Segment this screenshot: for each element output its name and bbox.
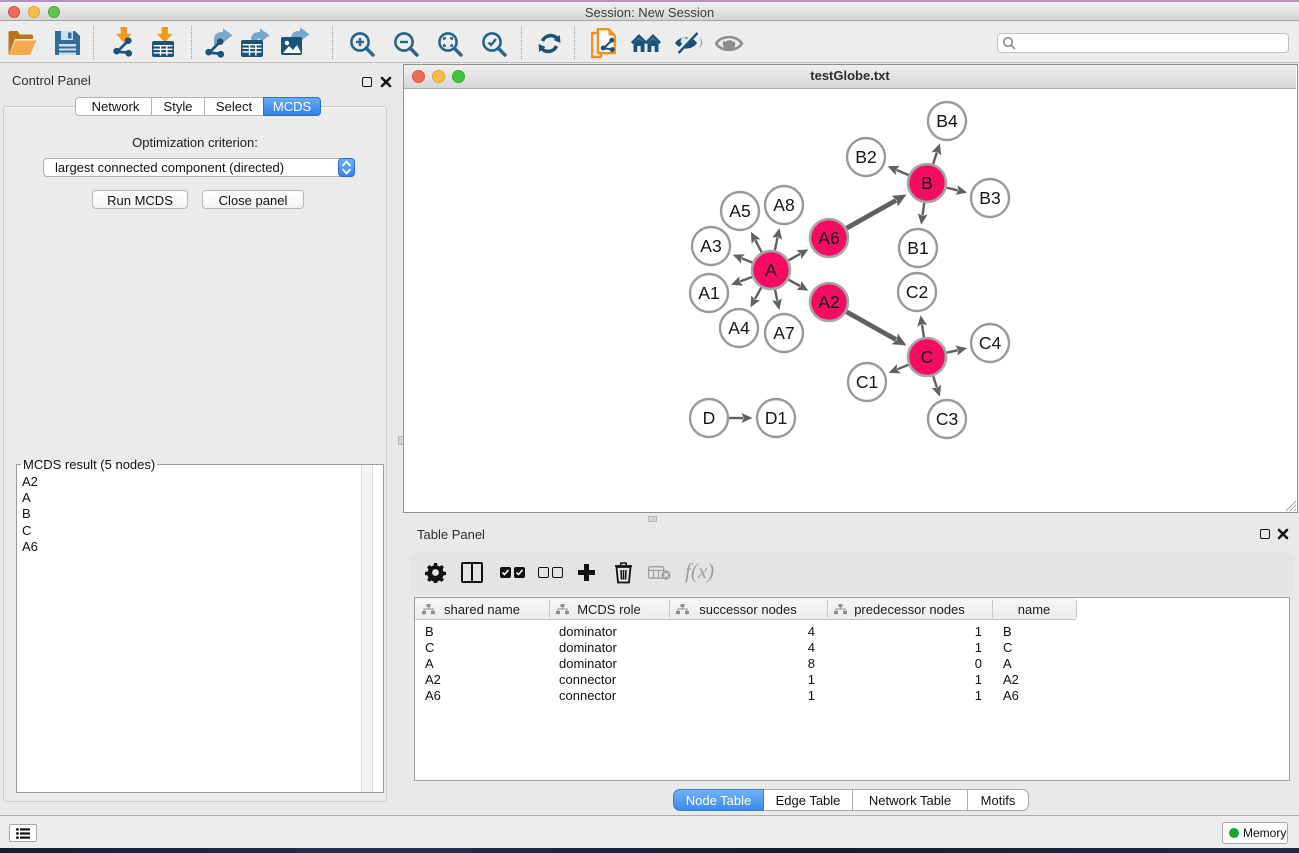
svg-text:C: C [920,347,933,367]
svg-text:C3: C3 [935,409,957,429]
svg-text:A5: A5 [729,201,750,221]
svg-text:B2: B2 [855,147,876,167]
svg-text:A: A [765,260,777,280]
svg-text:A6: A6 [818,228,839,248]
svg-text:B1: B1 [907,238,928,258]
svg-text:A4: A4 [728,318,750,338]
svg-text:A8: A8 [773,195,794,215]
svg-text:D1: D1 [764,408,786,428]
svg-text:B4: B4 [936,111,958,131]
svg-text:D: D [702,408,715,428]
svg-text:A3: A3 [700,236,721,256]
svg-text:C1: C1 [855,372,877,392]
svg-text:A1: A1 [698,283,719,303]
svg-text:B3: B3 [979,188,1000,208]
svg-text:C2: C2 [905,282,927,302]
svg-text:A2: A2 [818,292,839,312]
svg-text:C4: C4 [978,333,1001,353]
svg-text:A7: A7 [773,323,794,343]
svg-text:B: B [921,173,933,193]
